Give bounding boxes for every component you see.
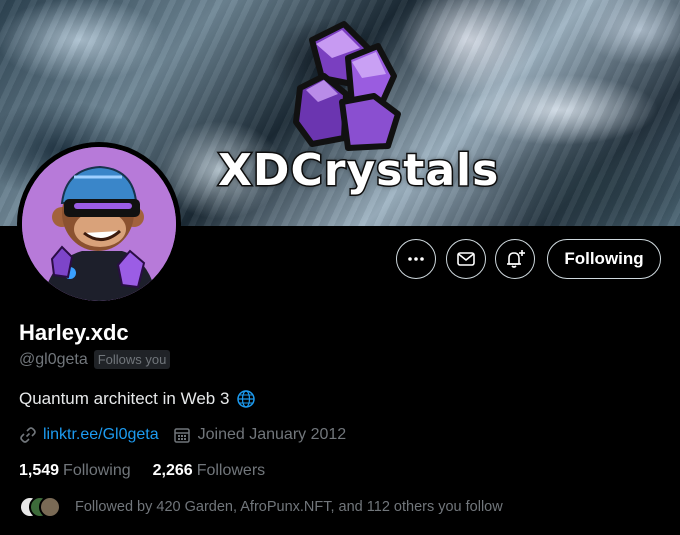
following-button[interactable]: Following [547, 239, 661, 279]
mutual-avatar [39, 496, 61, 518]
profile-meta: linktr.ee/Gl0geta Joined January 2012 [19, 426, 346, 444]
profile-link[interactable]: linktr.ee/Gl0geta [43, 426, 159, 444]
followed-by[interactable]: Followed by 420 Garden, AfroPunx.NFT, an… [19, 496, 503, 518]
link-icon [20, 427, 36, 443]
avatar[interactable] [17, 142, 181, 306]
bio: Quantum architect in Web 3 [19, 389, 256, 409]
more-icon [408, 257, 424, 261]
followers-count: 2,266 [152, 462, 193, 479]
following-label: Following [63, 462, 131, 479]
envelope-icon [457, 252, 475, 266]
notify-button[interactable] [495, 239, 535, 279]
globe-icon [237, 390, 256, 408]
banner-brand-text: XDCrystals [216, 144, 500, 198]
bell-plus-icon [507, 250, 525, 268]
user-handle: @gl0geta [19, 350, 88, 368]
message-button[interactable] [446, 239, 486, 279]
follow-stats: 1,549 Following 2,266 Followers [19, 462, 265, 480]
joined-date: Joined January 2012 [197, 426, 347, 443]
followers-label: Followers [196, 462, 266, 479]
more-button[interactable] [396, 239, 436, 279]
followed-by-text: Followed by 420 Garden, AfroPunx.NFT, an… [75, 499, 503, 515]
calendar-icon [173, 426, 191, 444]
crystal-logo [293, 21, 401, 151]
handle-row: @gl0geta Follows you [19, 350, 171, 369]
display-name: Harley.xdc [19, 320, 129, 345]
ape-avatar-image [22, 147, 176, 301]
bio-text: Quantum architect in Web 3 [19, 389, 230, 408]
following-stat[interactable]: 1,549 Following [19, 462, 131, 480]
following-count: 1,549 [19, 462, 60, 479]
mutual-avatars [19, 496, 61, 518]
follows-you-badge: Follows you [93, 350, 171, 369]
followers-stat[interactable]: 2,266 Followers [153, 462, 266, 480]
